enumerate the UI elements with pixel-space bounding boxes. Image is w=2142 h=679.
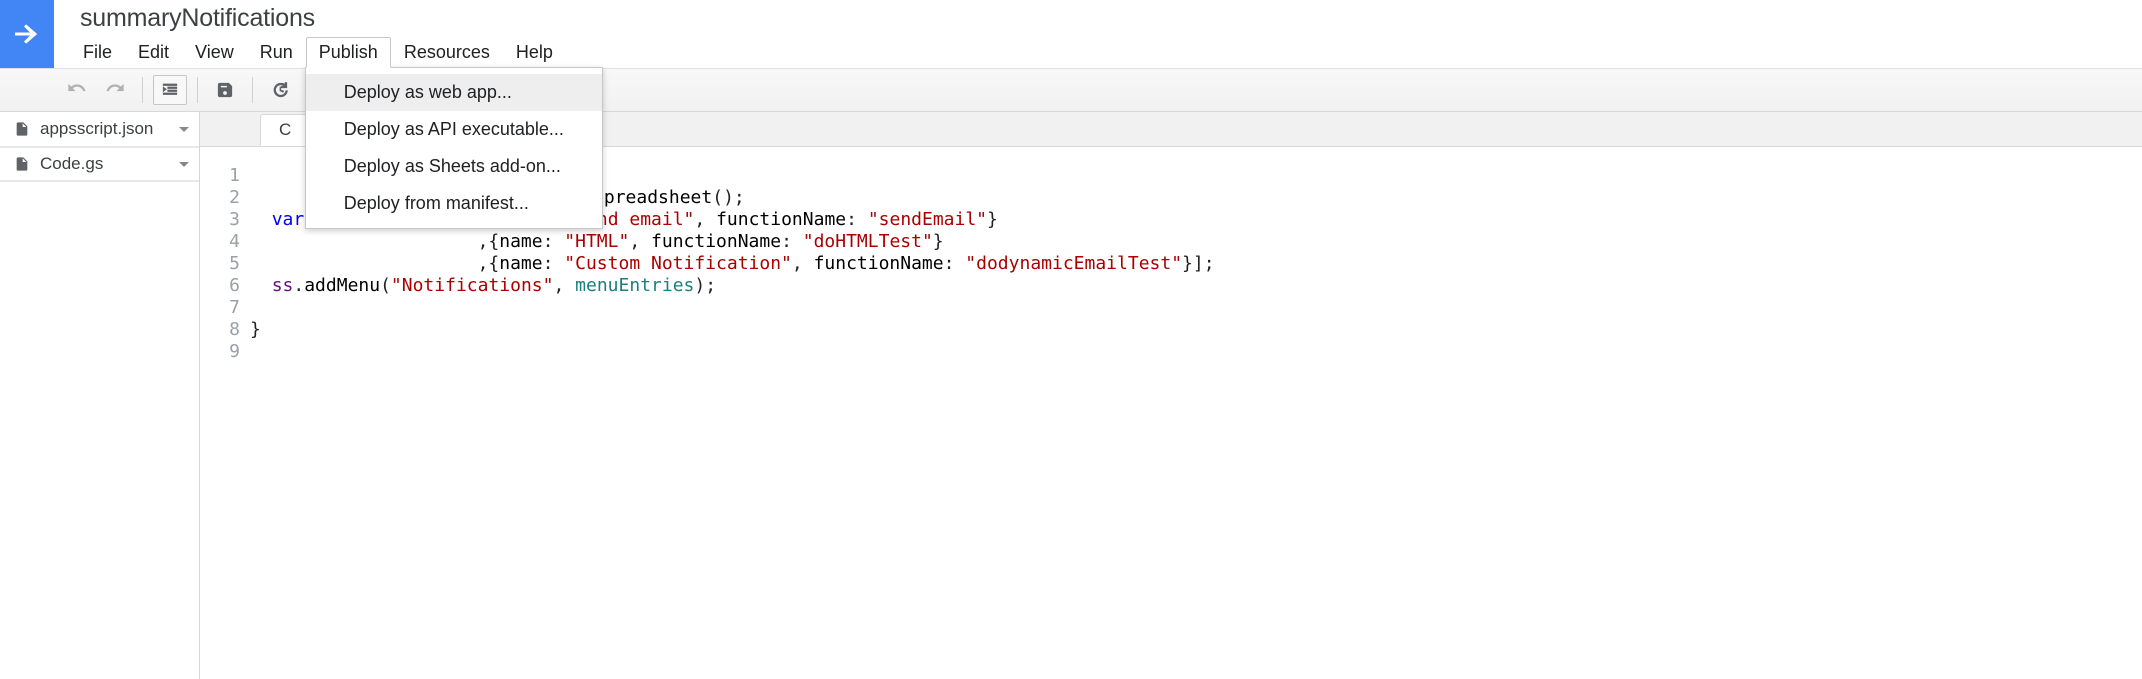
menu-file[interactable]: File	[70, 37, 125, 68]
code-line[interactable]: }	[250, 319, 2142, 341]
undo-icon	[68, 81, 86, 99]
line-number: 6	[200, 275, 240, 297]
redo-button[interactable]	[98, 75, 132, 105]
file-item[interactable]: appsscript.json	[0, 112, 199, 147]
undo-button[interactable]	[60, 75, 94, 105]
menu-view[interactable]: View	[182, 37, 247, 68]
code-line[interactable]	[250, 341, 2142, 363]
dropdown-item[interactable]: Deploy as Sheets add-on...	[306, 148, 602, 185]
file-name: Code.gs	[40, 154, 103, 174]
editor-tab[interactable]: C	[260, 114, 310, 146]
toolbar-separator	[142, 77, 143, 103]
menubar: FileEditViewRunPublishResourcesHelp	[70, 37, 566, 68]
file-item[interactable]: Code.gs	[0, 147, 199, 182]
line-number: 2	[200, 187, 240, 209]
topbar: summaryNotifications FileEditViewRunPubl…	[0, 0, 2142, 68]
code-line[interactable]	[250, 297, 2142, 319]
project-title[interactable]: summaryNotifications	[80, 4, 566, 33]
line-number: 7	[200, 297, 240, 319]
dropdown-item[interactable]: Deploy as web app...	[306, 74, 602, 111]
line-gutter: 123456789	[200, 165, 250, 679]
caret-down-icon[interactable]	[179, 127, 189, 132]
line-number: 3	[200, 209, 240, 231]
file-name: appsscript.json	[40, 119, 153, 139]
publish-dropdown: Deploy as web app...Deploy as API execut…	[305, 67, 603, 229]
toolbar-separator	[197, 77, 198, 103]
dropdown-item[interactable]: Deploy as API executable...	[306, 111, 602, 148]
history-button[interactable]	[263, 75, 297, 105]
caret-down-icon[interactable]	[179, 162, 189, 167]
indent-icon	[161, 81, 179, 99]
line-number: 5	[200, 253, 240, 275]
menu-help[interactable]: Help	[503, 37, 566, 68]
file-json-icon	[14, 121, 30, 137]
history-icon	[271, 81, 289, 99]
redo-icon	[106, 81, 124, 99]
menu-run[interactable]: Run	[247, 37, 306, 68]
code-line[interactable]: ,{name: "HTML", functionName: "doHTMLTes…	[250, 231, 2142, 253]
menu-resources[interactable]: Resources	[391, 37, 503, 68]
code-content[interactable]: ActiveSpreadsheet(); var menuEntries = […	[250, 165, 2142, 679]
arrow-right-icon	[9, 16, 45, 52]
indent-button[interactable]	[153, 75, 187, 105]
line-number: 8	[200, 319, 240, 341]
file-code-icon	[14, 156, 30, 172]
code-line[interactable]: ,{name: "Custom Notification", functionN…	[250, 253, 2142, 275]
apps-script-logo[interactable]	[0, 0, 54, 68]
code-line[interactable]: ss.addMenu("Notifications", menuEntries)…	[250, 275, 2142, 297]
save-button[interactable]	[208, 75, 242, 105]
save-icon	[216, 81, 234, 99]
line-number: 1	[200, 165, 240, 187]
dropdown-item[interactable]: Deploy from manifest...	[306, 185, 602, 222]
file-sidebar: appsscript.json Code.gs	[0, 112, 200, 679]
line-number: 4	[200, 231, 240, 253]
menu-edit[interactable]: Edit	[125, 37, 182, 68]
line-number: 9	[200, 341, 240, 363]
menu-publish[interactable]: Publish	[306, 37, 391, 68]
toolbar-separator	[252, 77, 253, 103]
tab-label: C	[279, 120, 291, 140]
